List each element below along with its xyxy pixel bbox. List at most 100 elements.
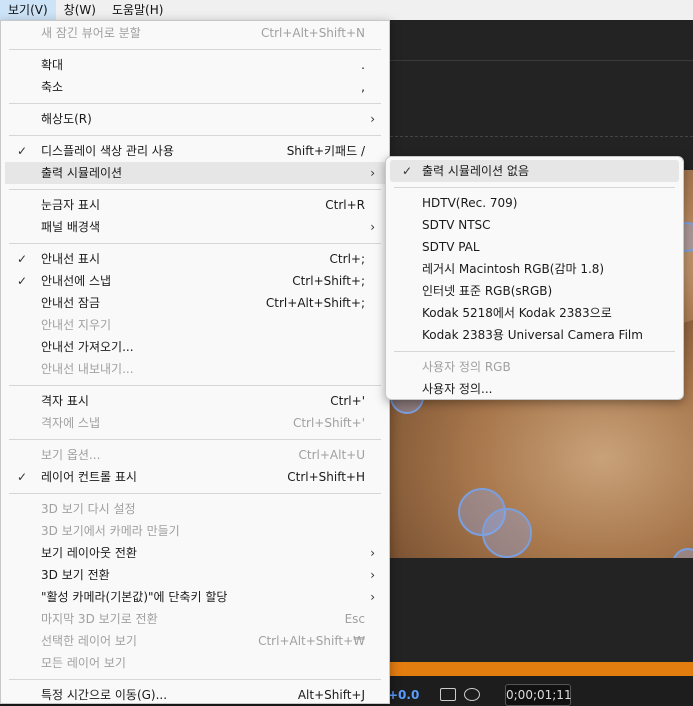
submenu-item-no-output-simulation[interactable]: ✓ 출력 시뮬레이션 없음 [390,160,679,182]
menu-item-switch-to-last-3d-view[interactable]: 마지막 3D 보기로 전환 Esc [1,608,389,630]
menu-item-label: Kodak 2383용 Universal Camera Film [422,328,643,342]
menu-item-resolution[interactable]: 해상도(R) › [1,108,389,130]
submenu-item-legacy-mac-rgb[interactable]: 레거시 Macintosh RGB(감마 1.8) [386,258,683,280]
checkmark-icon: ✓ [401,164,413,178]
submenu-item-sdtv-pal[interactable]: SDTV PAL [386,236,683,258]
menu-item-label: 격자에 스냅 [41,416,101,430]
menu-item-label: 출력 시뮬레이션 [41,166,123,180]
motion-path-marker[interactable] [482,508,532,558]
menu-item-shortcut: Shift+키패드 / [286,144,365,158]
menu-separator [9,385,381,386]
menu-separator [9,439,381,440]
menu-item-label: 모든 레이어 보기 [41,656,126,670]
submenu-item-custom[interactable]: 사용자 정의... [386,378,683,400]
menu-item-label: 축소 [41,80,64,94]
menu-help[interactable]: 도움말(H) [104,0,172,20]
menu-item-label: 디스플레이 색상 관리 사용 [41,144,174,158]
menu-window[interactable]: 창(W) [56,0,104,20]
menu-separator [9,135,381,136]
menu-item-label: 레거시 Macintosh RGB(감마 1.8) [422,262,605,276]
menu-item-panel-background[interactable]: 패널 배경색 › [1,216,389,238]
menu-item-label: 보기 옵션... [41,448,101,462]
menu-item-shortcut: Ctrl+Alt+Shift+₩ [258,634,365,648]
output-simulation-submenu: ✓ 출력 시뮬레이션 없음 HDTV(Rec. 709) SDTV NTSC S… [385,156,684,400]
menu-item-label: 사용자 정의 RGB [422,360,511,374]
submenu-item-custom-rgb[interactable]: 사용자 정의 RGB [386,356,683,378]
menu-item-label: 해상도(R) [41,112,92,126]
view-menu-dropdown: 새 잠긴 뷰어로 분할 Ctrl+Alt+Shift+N 확대 . 축소 , 해… [0,20,390,704]
checkmark-icon: ✓ [16,144,28,158]
menu-item-label: 3D 보기 다시 설정 [41,502,136,516]
menu-item-view-options[interactable]: 보기 옵션... Ctrl+Alt+U [1,444,389,466]
menu-item-shortcut: Alt+Shift+J [297,688,365,702]
menu-item-label: 안내선 표시 [41,252,101,266]
menu-separator [394,187,675,188]
menu-item-shortcut: Ctrl+Alt+Shift+N [260,26,365,40]
menu-item-switch-view-layout[interactable]: 보기 레이아웃 전환 › [1,542,389,564]
menu-item-label: 눈금자 표시 [41,198,101,212]
submenu-item-hdtv[interactable]: HDTV(Rec. 709) [386,192,683,214]
menu-item-show-grid[interactable]: 격자 표시 Ctrl+' [1,390,389,412]
menu-view[interactable]: 보기(V) [0,0,56,20]
menu-item-show-rulers[interactable]: 눈금자 표시 Ctrl+R [1,194,389,216]
menu-item-assign-shortcut-active-camera[interactable]: "활성 카메라(기본값)"에 단축키 할당 › [1,586,389,608]
menu-item-show-layer-controls[interactable]: ✓ 레이어 컨트롤 표시 Ctrl+Shift+H [1,466,389,488]
submenu-item-kodak-5218-2383[interactable]: Kodak 5218에서 Kodak 2383으로 [386,302,683,324]
menu-separator [9,103,381,104]
menu-item-label: 인터넷 표준 RGB(sRGB) [422,284,553,298]
menu-item-zoom-in[interactable]: 확대 . [1,54,389,76]
menu-item-shortcut: Esc [344,612,365,626]
menu-item-label: 선택한 레이어 보기 [41,634,137,648]
menu-item-label: HDTV(Rec. 709) [422,196,518,210]
menu-item-output-simulation[interactable]: 출력 시뮬레이션 › [5,162,385,184]
menu-item-clear-guides[interactable]: 안내선 지우기 [1,314,389,336]
checkmark-icon: ✓ [16,274,28,288]
camera-icon[interactable] [440,688,456,701]
chevron-right-icon: › [370,568,375,582]
menu-item-label: 격자 표시 [41,394,89,408]
menu-item-snap-to-grid[interactable]: 격자에 스냅 Ctrl+Shift+' [1,412,389,434]
menu-separator [9,679,381,680]
menu-item-label: 보기 레이아웃 전환 [41,546,137,560]
menu-item-go-to-time[interactable]: 특정 시간으로 이동(G)... Alt+Shift+J [1,684,389,706]
menu-item-label: 안내선 잠금 [41,296,101,310]
menu-item-label: 패널 배경색 [41,220,101,234]
menu-item-reset-3d-view[interactable]: 3D 보기 다시 설정 [1,498,389,520]
menu-item-label: 안내선 내보내기... [41,362,134,376]
menu-item-look-at-selected-layers[interactable]: 선택한 레이어 보기 Ctrl+Alt+Shift+₩ [1,630,389,652]
current-time-display[interactable]: 0;00;01;11 [505,684,572,706]
menu-item-shortcut: Ctrl+Shift+H [287,470,365,484]
menu-item-switch-3d-view[interactable]: 3D 보기 전환 › [1,564,389,586]
submenu-item-srgb[interactable]: 인터넷 표준 RGB(sRGB) [386,280,683,302]
show-channel-icon[interactable] [464,688,480,701]
submenu-item-sdtv-ntsc[interactable]: SDTV NTSC [386,214,683,236]
menu-item-shortcut: Ctrl+Shift+' [292,416,365,430]
menu-item-label: 사용자 정의... [422,382,493,396]
submenu-item-kodak-2383-ucf[interactable]: Kodak 2383용 Universal Camera Film [386,324,683,346]
menu-item-label: SDTV NTSC [422,218,491,232]
menu-item-split-locked-viewer[interactable]: 새 잠긴 뷰어로 분할 Ctrl+Alt+Shift+N [1,22,389,44]
menu-item-show-guides[interactable]: ✓ 안내선 표시 Ctrl+; [1,248,389,270]
menu-item-label: 확대 [41,58,64,72]
menu-item-import-guides[interactable]: 안내선 가져오기... [1,336,389,358]
menu-item-create-camera-from-3d-view[interactable]: 3D 보기에서 카메라 만들기 [1,520,389,542]
checkmark-icon: ✓ [16,252,28,266]
chevron-right-icon: › [370,166,375,180]
chevron-right-icon: › [370,112,375,126]
menu-item-label: 안내선 지우기 [41,318,112,332]
chevron-right-icon: › [370,546,375,560]
checkmark-icon: ✓ [16,470,28,484]
menu-item-snap-to-guides[interactable]: ✓ 안내선에 스냅 Ctrl+Shift+; [1,270,389,292]
exposure-value[interactable]: +0.0 [388,688,419,702]
menu-item-shortcut: Ctrl+Alt+U [298,448,366,462]
menu-item-zoom-out[interactable]: 축소 , [1,76,389,98]
menu-item-look-at-all-layers[interactable]: 모든 레이어 보기 [1,652,389,674]
menu-item-shortcut: Ctrl+R [325,198,365,212]
menu-item-label: 출력 시뮬레이션 없음 [422,164,529,178]
menu-item-display-color-management[interactable]: ✓ 디스플레이 색상 관리 사용 Shift+키패드 / [1,140,389,162]
menu-item-label: 3D 보기에서 카메라 만들기 [41,524,180,538]
chevron-right-icon: › [370,220,375,234]
menu-separator [9,49,381,50]
menu-item-lock-guides[interactable]: 안내선 잠금 Ctrl+Alt+Shift+; [1,292,389,314]
menu-item-export-guides[interactable]: 안내선 내보내기... [1,358,389,380]
